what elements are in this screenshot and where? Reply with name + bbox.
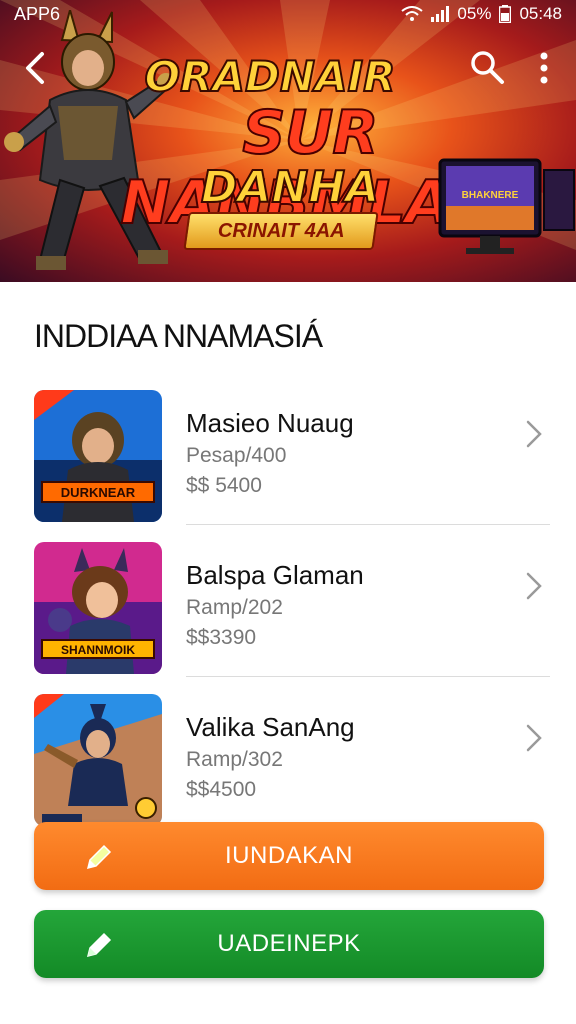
status-app-label: APP6: [14, 3, 61, 24]
back-button[interactable]: [20, 48, 52, 88]
banner-ribbon-text: CRINAIT 4AA: [217, 219, 345, 242]
item-subtitle: Ramp/302: [186, 748, 283, 771]
chevron-right-icon: [526, 724, 542, 752]
pencil-icon: [86, 932, 112, 958]
game-monitor-image: BHAKNERE: [438, 158, 575, 254]
wifi-icon: [401, 6, 424, 21]
divider: [186, 676, 550, 677]
signal-icon: [431, 6, 450, 22]
game-thumbnail: [34, 694, 162, 826]
search-icon[interactable]: [468, 48, 506, 86]
secondary-action-button[interactable]: UADEINEPK: [34, 910, 544, 978]
more-options-icon[interactable]: [532, 48, 556, 88]
thumbnail-text: DURKNEAR: [61, 485, 136, 500]
game-thumbnail: DURKNEAR: [34, 390, 162, 522]
list-item[interactable]: DURKNEAR Masieo Nuaug Pesap/400 $$ 5400: [0, 380, 576, 530]
status-bar: APP6 05% 05:48: [0, 0, 576, 28]
monitor-text: BHAKNERE: [462, 190, 519, 201]
thumbnail-text: SHANNMOIK: [61, 643, 135, 657]
item-subtitle: Ramp/202: [186, 596, 283, 619]
pencil-icon: [86, 844, 112, 870]
chevron-right-icon: [526, 420, 542, 448]
battery-percent: 05%: [457, 4, 492, 23]
status-time: 05:48: [519, 4, 562, 23]
banner-title-line1: ORADNAIR: [143, 51, 396, 102]
banner-title-line3: DANHA: [200, 161, 380, 214]
list-item[interactable]: Valika SanAng Ramp/302 $$4500: [0, 684, 576, 834]
banner-ribbon: CRINAIT 4AA: [183, 212, 379, 250]
chevron-right-icon: [526, 572, 542, 600]
item-name: Balspa Glaman: [186, 560, 364, 590]
battery-icon: [499, 5, 512, 23]
item-price: $$ 5400: [186, 474, 262, 497]
item-price: $$3390: [186, 626, 257, 649]
section-title: INDDIAA NNAMASIÁ: [34, 318, 323, 354]
divider: [186, 524, 550, 525]
primary-action-button[interactable]: IUNDAKAN: [34, 822, 544, 890]
game-thumbnail: SHANNMOIK: [34, 542, 162, 674]
header-banner: APP6 05% 05:48 ORADNAIR SUR NANBMLAN DAN…: [0, 0, 576, 282]
primary-action-label: IUNDAKAN: [224, 842, 354, 869]
item-subtitle: Pesap/400: [186, 444, 287, 467]
list-item[interactable]: SHANNMOIK Balspa Glaman Ramp/202 $$3390: [0, 532, 576, 682]
item-name: Masieo Nuaug: [186, 408, 354, 438]
secondary-action-label: UADEINEPK: [217, 930, 361, 957]
item-price: $$4500: [186, 778, 257, 801]
item-name: Valika SanAng: [186, 712, 355, 742]
